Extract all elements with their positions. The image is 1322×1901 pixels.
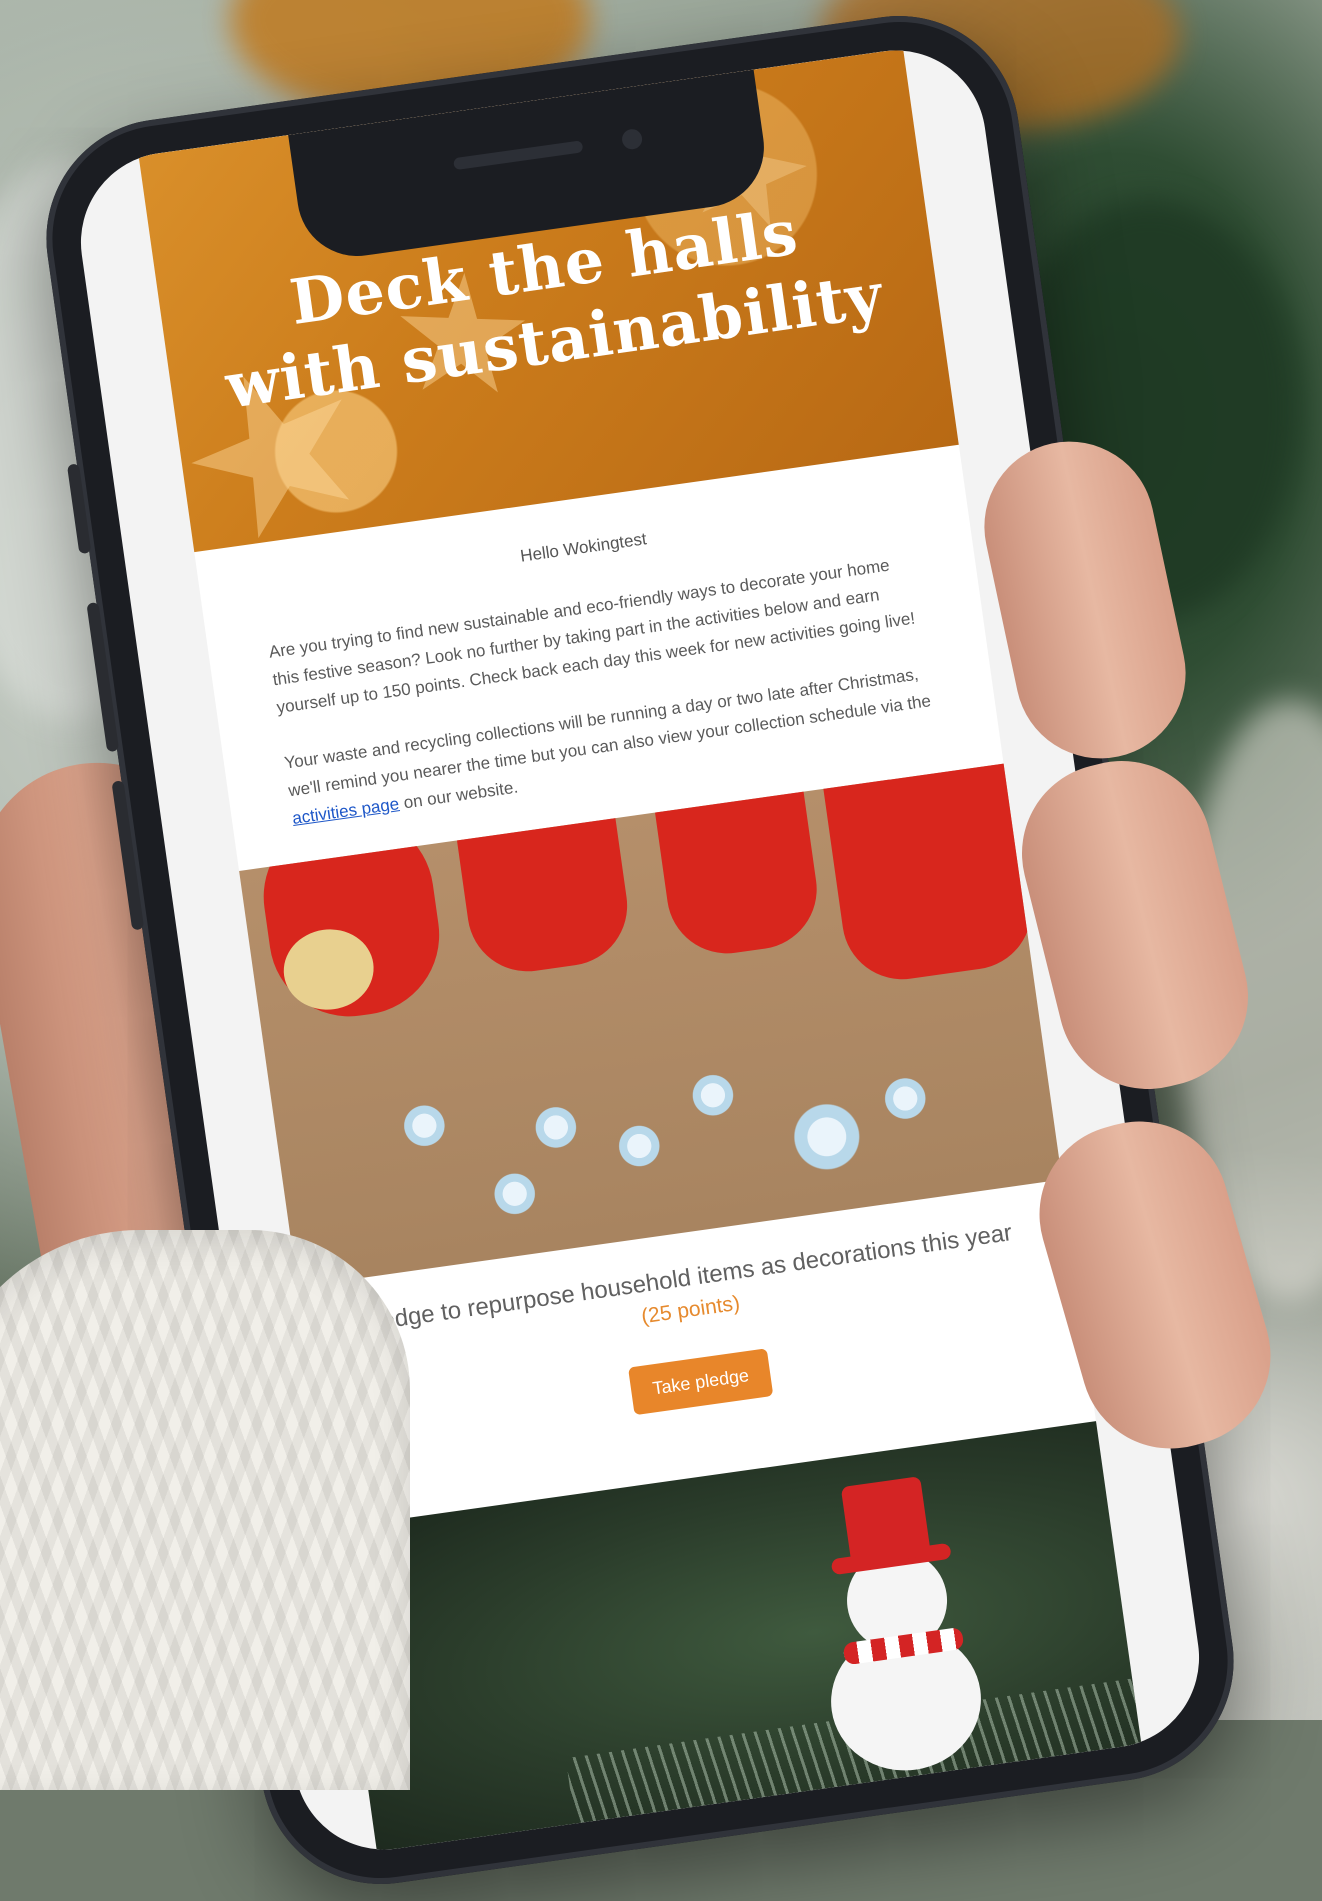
paper-snowflake: [873, 1066, 937, 1131]
collections-text-after: on our website.: [397, 777, 520, 814]
paper-snowflake: [483, 1162, 547, 1226]
snowman-hat: [840, 1476, 932, 1567]
child-in-red: [643, 763, 825, 962]
take-pledge-button[interactable]: Take pledge: [628, 1348, 774, 1416]
paper-snowflake: [775, 1085, 878, 1188]
paper-snowflake: [524, 1095, 588, 1160]
paper-snowflake: [607, 1114, 671, 1178]
snowman-photo: [331, 1421, 1144, 1862]
speaker-grille: [452, 140, 584, 171]
front-camera: [620, 127, 644, 151]
activities-page-link[interactable]: activities page: [291, 794, 400, 828]
paper-snowflake: [392, 1094, 456, 1158]
paper-snowflake: [681, 1063, 745, 1127]
knit-sweater-sleeve: [0, 1230, 410, 1790]
adult-in-red: [815, 763, 1040, 987]
